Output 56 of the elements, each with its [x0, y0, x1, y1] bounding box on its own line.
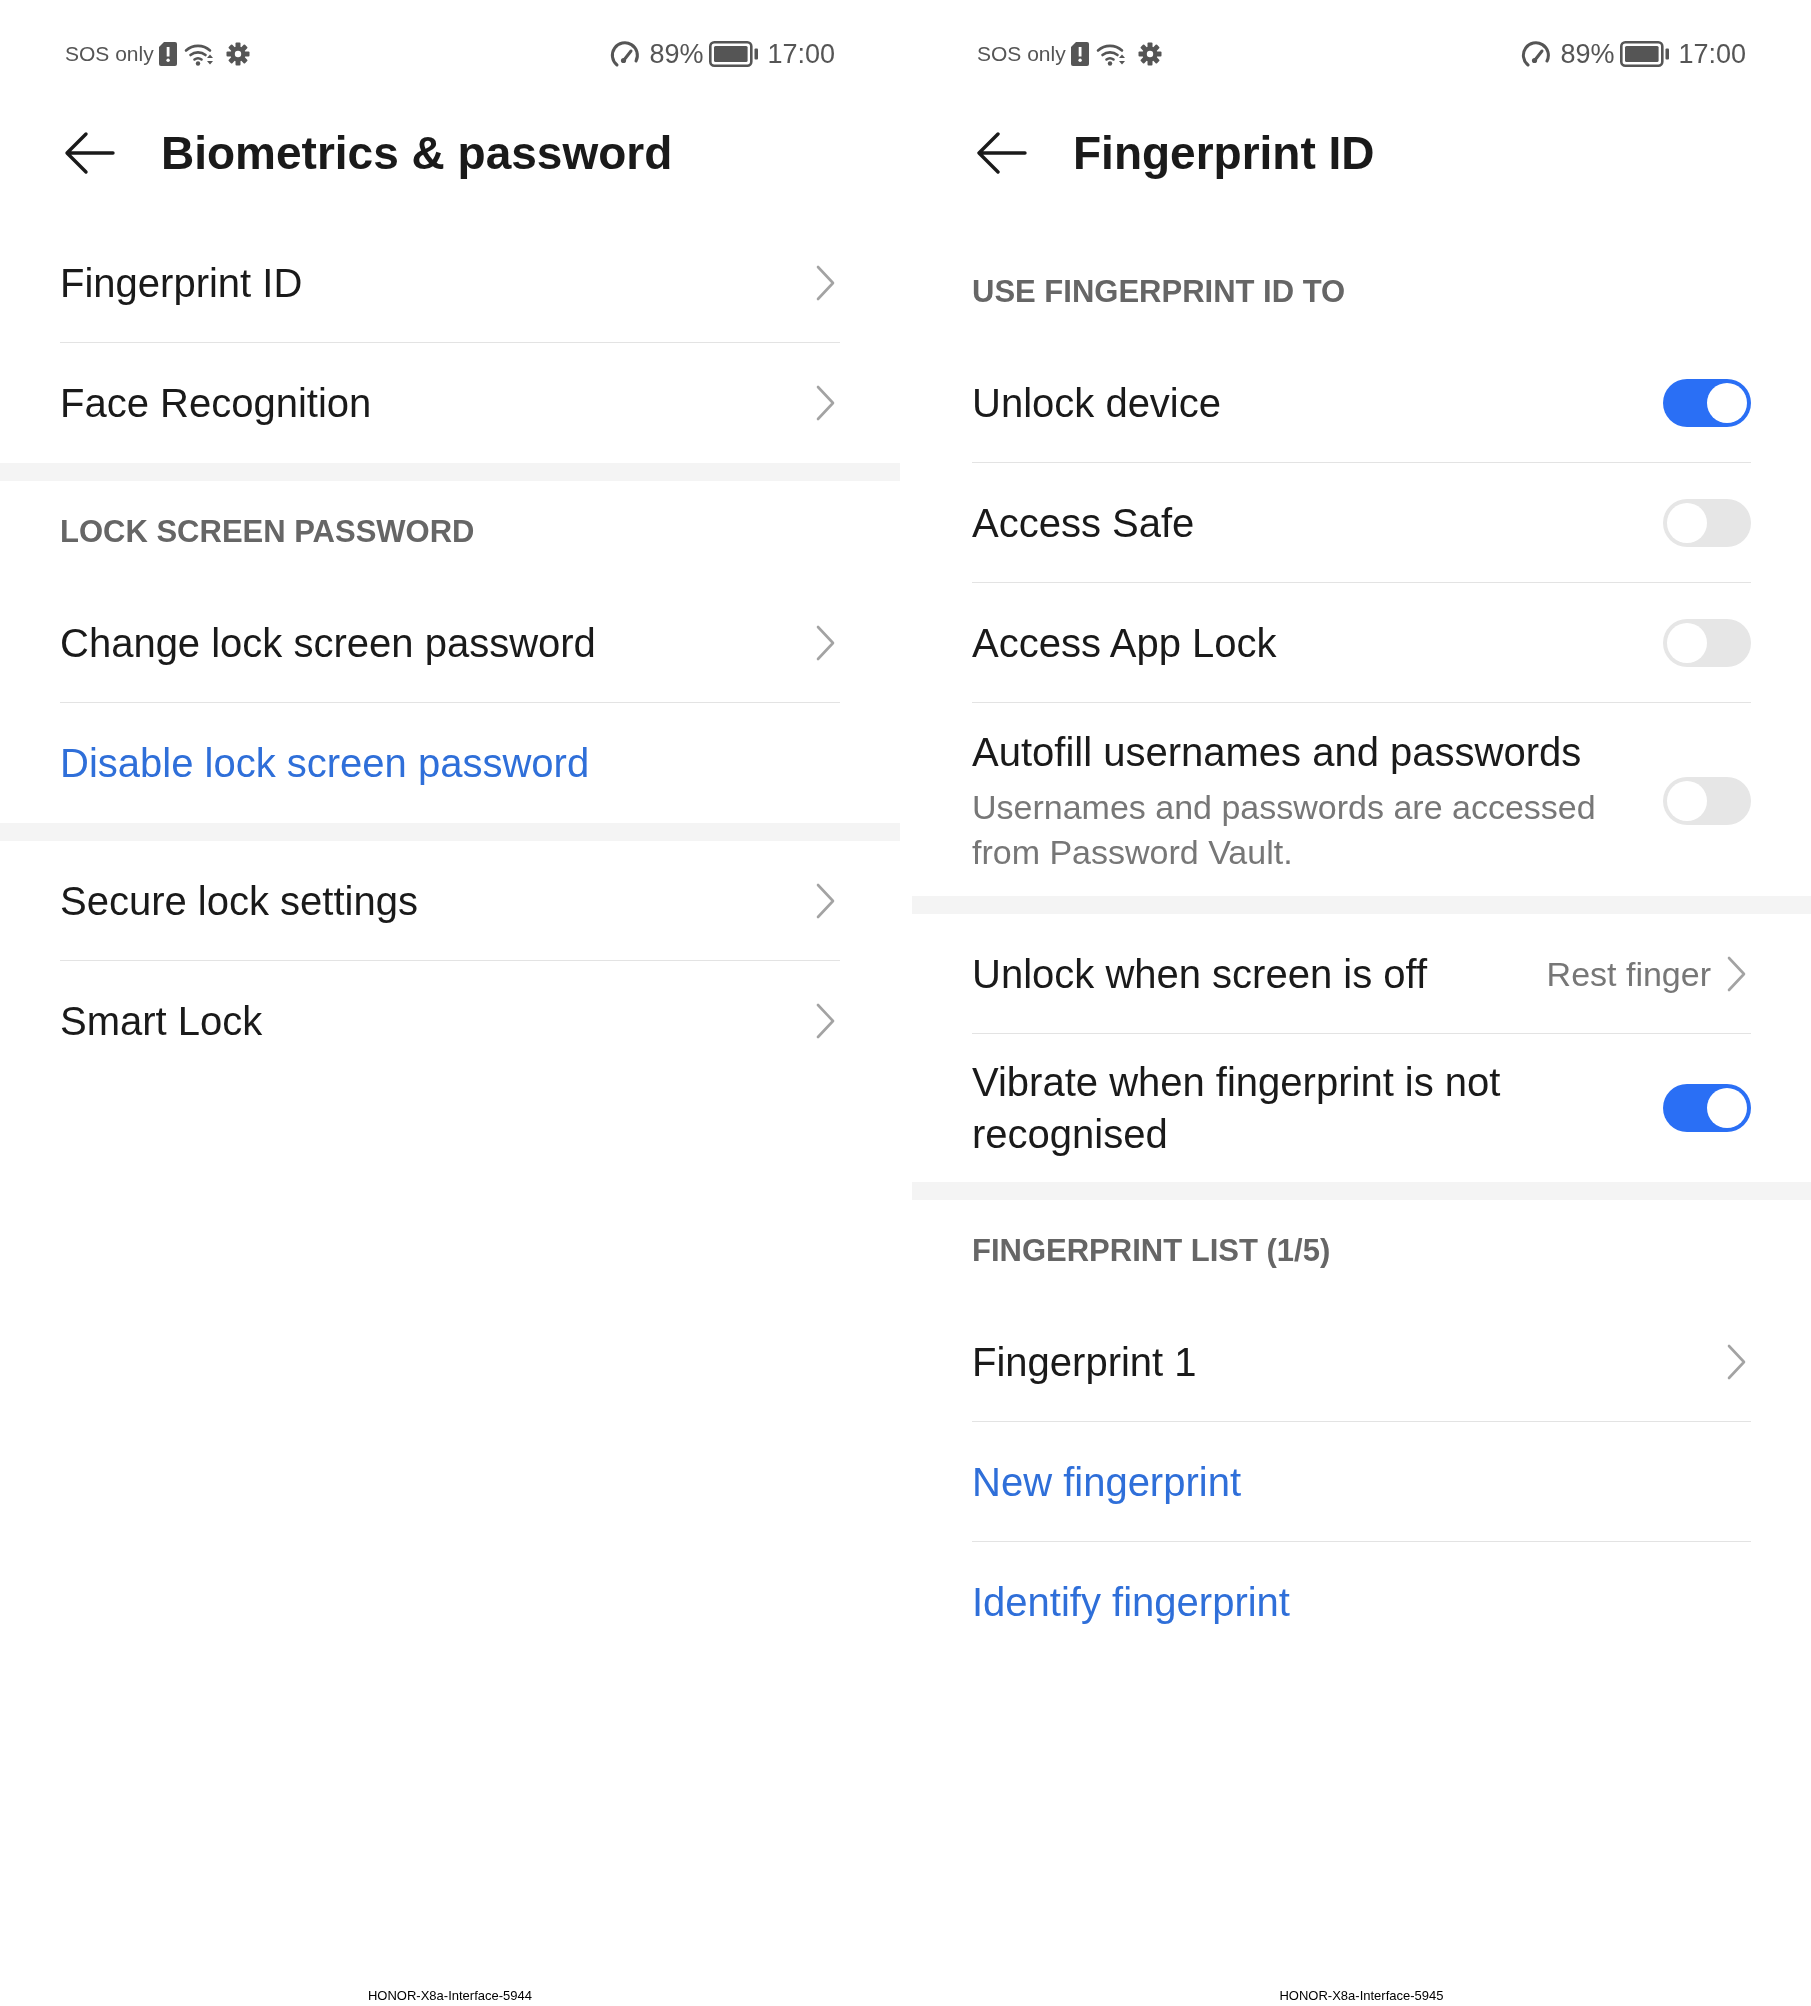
- settings-item[interactable]: Secure lock settings: [60, 841, 840, 961]
- settings-item[interactable]: Face Recognition: [60, 343, 840, 463]
- gear-icon: [1137, 42, 1162, 66]
- section-header: USE FINGERPRINT ID TO: [972, 273, 1347, 311]
- wifi-icon: [183, 42, 214, 66]
- gear-icon: [225, 42, 250, 66]
- setting-label: Unlock device: [972, 379, 1222, 427]
- settings-item[interactable]: Change lock screen password: [60, 583, 840, 703]
- settings-item[interactable]: Fingerprint ID: [60, 223, 840, 343]
- setting-value: Rest finger: [1546, 953, 1711, 995]
- page-title: Fingerprint ID: [1073, 126, 1375, 181]
- clock-time: 17:00: [767, 38, 835, 70]
- back-button[interactable]: [64, 131, 115, 175]
- chevron-right-icon: [816, 1003, 835, 1039]
- toggle-switch[interactable]: [1663, 378, 1751, 427]
- chevron-right-icon: [816, 385, 835, 421]
- battery-icon: [1620, 41, 1671, 67]
- battery-percent: 89%: [649, 38, 704, 70]
- setting-label: Vibrate when fingerprint is not recognised: [972, 1059, 1502, 1158]
- speedometer-icon: [609, 40, 642, 68]
- toggle-switch[interactable]: [1663, 776, 1751, 825]
- section-header: LOCK SCREEN PASSWORD: [60, 513, 476, 551]
- chevron-right-icon: [1727, 955, 1746, 992]
- setting-description: Usernames and passwords are accessed from Password Vault.: [972, 787, 1597, 873]
- chevron-right-icon: [816, 624, 835, 661]
- setting-label: Access Safe: [972, 499, 1196, 547]
- page-title: Biometrics & password: [161, 126, 673, 181]
- chevron-right-icon: [1727, 1343, 1746, 1380]
- action-link[interactable]: New fingerprint: [972, 1455, 1241, 1508]
- settings-item[interactable]: Fingerprint 1: [972, 1302, 1751, 1422]
- action-link[interactable]: Disable lock screen password: [60, 737, 590, 789]
- setting-label: Access App Lock: [972, 619, 1278, 667]
- clock-time: 17:00: [1678, 38, 1746, 70]
- setting-label: Autofill usernames and passwords: [972, 729, 1583, 776]
- toggle-switch[interactable]: [1663, 1084, 1751, 1132]
- wifi-icon: [1095, 42, 1126, 66]
- back-button[interactable]: [976, 131, 1027, 175]
- section-header: FINGERPRINT LIST (1/5): [972, 1232, 1332, 1270]
- battery-icon: [709, 41, 760, 67]
- action-link[interactable]: Identify fingerprint: [972, 1576, 1290, 1628]
- chevron-right-icon: [816, 264, 835, 301]
- back-arrow-icon: [976, 131, 1027, 175]
- speedometer-icon: [1520, 40, 1553, 68]
- carrier-text: SOS only: [977, 41, 1066, 67]
- settings-item[interactable]: Smart Lock: [60, 961, 840, 1081]
- toggle-switch[interactable]: [1663, 498, 1751, 547]
- sim-alert-icon: [158, 42, 177, 66]
- battery-percent: 89%: [1560, 38, 1615, 70]
- back-arrow-icon: [64, 131, 115, 175]
- image-caption: HONOR-X8a-Interface-5945: [1279, 1988, 1444, 2003]
- toggle-switch[interactable]: [1663, 618, 1751, 667]
- chevron-right-icon: [816, 882, 835, 919]
- sim-alert-icon: [1070, 42, 1089, 66]
- settings-item[interactable]: Unlock when screen is off Rest finger: [972, 914, 1751, 1034]
- carrier-text: SOS only: [65, 41, 154, 67]
- image-caption: HONOR-X8a-Interface-5944: [368, 1988, 532, 2003]
